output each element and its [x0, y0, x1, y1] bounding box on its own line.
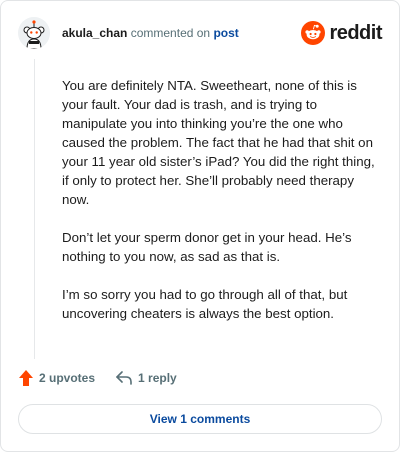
- byline-action-text: commented on: [130, 26, 211, 40]
- post-link[interactable]: post: [213, 26, 238, 40]
- reddit-brand[interactable]: reddit: [301, 21, 382, 45]
- comment-card: akula_chan commented on post reddit You …: [0, 0, 400, 452]
- reply-arrow-icon: [116, 371, 132, 385]
- username-link[interactable]: akula_chan: [62, 26, 127, 40]
- view-comments-label: View 1 comments: [149, 412, 251, 426]
- reddit-logo-icon: [301, 21, 326, 45]
- upvote-arrow-icon: [19, 370, 33, 386]
- upvote-button[interactable]: 2 upvotes: [18, 369, 95, 387]
- view-comments-button[interactable]: View 1 comments: [18, 404, 382, 434]
- comment-actions: 2 upvotes 1 reply: [18, 367, 177, 389]
- comment-paragraph: You are definitely NTA. Sweetheart, none…: [62, 78, 375, 207]
- comment-header: akula_chan commented on post reddit: [1, 1, 399, 65]
- reply-button[interactable]: 1 reply: [115, 370, 177, 386]
- comment-byline: akula_chan commented on post: [62, 25, 239, 41]
- comment-paragraph: I’m so sorry you had to go through all o…: [62, 287, 348, 321]
- upvote-count: 2 upvotes: [39, 371, 96, 385]
- comment-body: You are definitely NTA. Sweetheart, none…: [62, 76, 382, 342]
- snoo-avatar-icon[interactable]: [18, 17, 50, 49]
- reply-count: 1 reply: [138, 371, 177, 385]
- reddit-wordmark: reddit: [329, 22, 382, 44]
- comment-paragraph: Don’t let your sperm donor get in your h…: [62, 230, 352, 264]
- thread-line: [34, 59, 35, 359]
